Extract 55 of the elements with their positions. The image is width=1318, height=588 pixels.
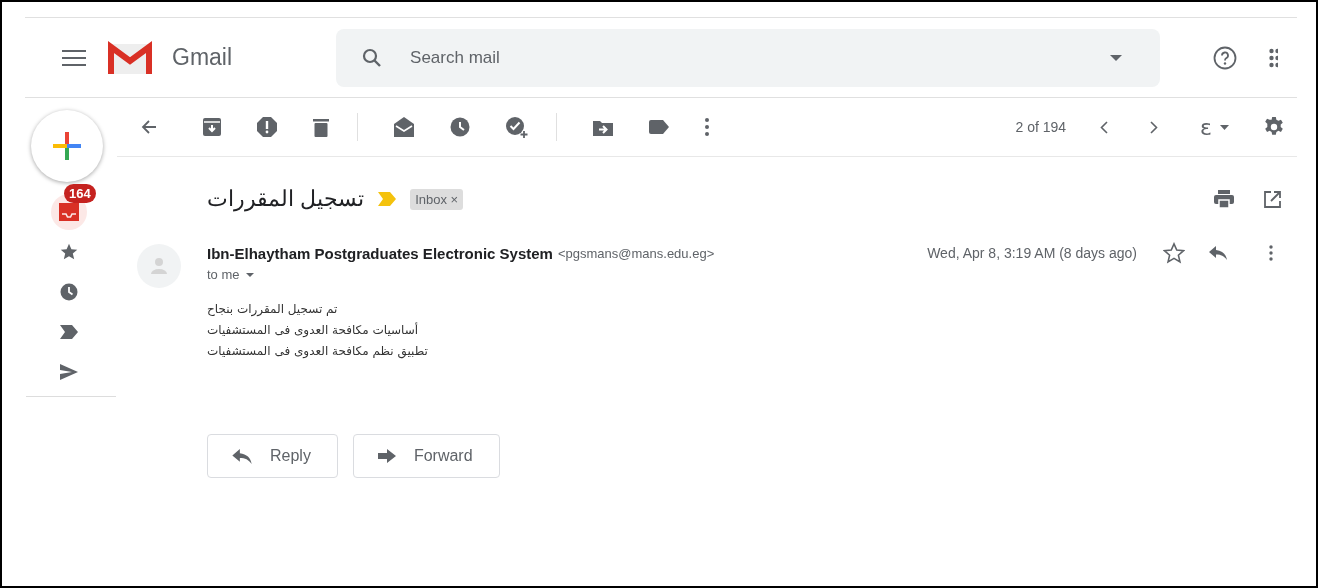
pagination-count: 2 of 194 (1015, 119, 1067, 135)
more-options-icon[interactable] (1269, 245, 1273, 261)
spam-icon[interactable] (257, 117, 277, 137)
help-icon[interactable] (1213, 45, 1238, 70)
star-icon (60, 243, 78, 261)
remove-label-button[interactable]: × (450, 191, 459, 207)
dropdown-caret-icon[interactable] (1110, 54, 1123, 61)
gmail-logo-icon[interactable] (108, 40, 152, 75)
open-in-new-window-icon[interactable] (1264, 190, 1281, 208)
search-field[interactable]: Search mail (408, 46, 1111, 69)
send-icon (60, 364, 78, 380)
caret-icon (1220, 124, 1229, 130)
avatar (137, 244, 181, 288)
plus-icon (51, 130, 83, 162)
print-icon[interactable] (1214, 190, 1234, 208)
message-line: تطبيق نظم مكافحة العدوى فى المستشفيات (207, 344, 428, 358)
previous-icon[interactable] (1100, 120, 1109, 134)
clock-icon (60, 283, 78, 301)
app-name: Gmail (172, 44, 233, 71)
inbox-icon (59, 203, 79, 221)
trash-icon[interactable] (313, 117, 329, 137)
menu-icon[interactable] (62, 49, 86, 66)
search-bar[interactable]: Search mail (336, 28, 1161, 87)
forward-button[interactable]: Forward (352, 434, 500, 478)
reply-icon (232, 448, 252, 464)
star-icon[interactable] (1163, 242, 1185, 264)
back-arrow-icon[interactable] (141, 119, 157, 135)
email-subject: تسجيل المقررات (207, 186, 365, 212)
settings-icon[interactable] (1263, 116, 1285, 138)
important-marker-icon (60, 325, 78, 339)
sender-email: <pgsmans@mans.edu.eg> (557, 245, 715, 261)
message-line: أساسيات مكافحة العدوى فى المستشفيات (207, 323, 419, 337)
message-date: Wed, Apr 8, 3:19 AM (8 days ago) (927, 245, 1137, 261)
forward-arrow-icon (377, 449, 396, 463)
folder-move-icon[interactable] (593, 118, 613, 136)
clock-icon[interactable] (450, 117, 470, 137)
sender-name: Ibn-Elhaytham Postgraduates Electronic System (207, 244, 553, 262)
next-icon[interactable] (1150, 120, 1159, 134)
compose-button[interactable] (31, 110, 103, 182)
reply-button[interactable]: Reply (207, 434, 338, 478)
unread-count: 164 (64, 184, 96, 203)
recipient-details-button[interactable]: to me (207, 267, 254, 282)
add-task-icon[interactable] (506, 116, 528, 138)
reply-icon[interactable] (1209, 246, 1227, 260)
more-options-icon[interactable] (705, 118, 709, 136)
input-tools-button[interactable]: ε (1200, 114, 1229, 140)
search-icon[interactable] (362, 47, 383, 68)
label-icon[interactable] (649, 120, 669, 134)
envelope-icon[interactable] (394, 117, 414, 137)
apps-icon[interactable] (1269, 47, 1279, 68)
importance-marker-icon[interactable] (378, 192, 397, 206)
message-line: تم تسجيل المقررات بنجاح (207, 302, 338, 316)
inbox-label-chip: Inbox × (410, 188, 464, 210)
caret-icon (245, 272, 254, 277)
archive-icon[interactable] (203, 118, 221, 136)
